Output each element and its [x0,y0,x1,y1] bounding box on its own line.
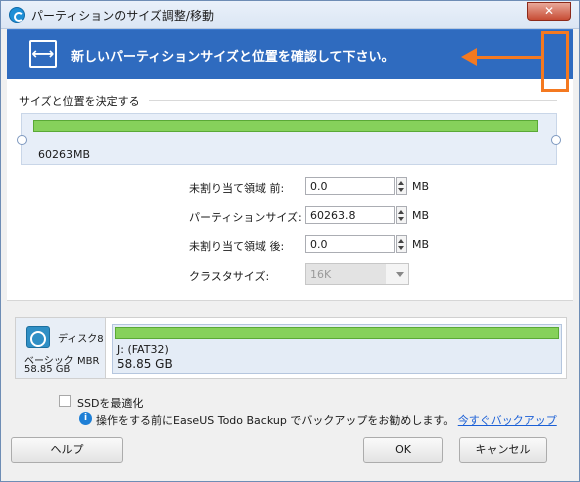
unallocated-after-input[interactable]: 0.0 [305,235,395,253]
close-button[interactable]: ✕ [527,2,571,21]
ssd-optimize-label[interactable]: SSDを最適化 [77,395,143,411]
disk-icon [26,326,50,348]
group-divider [149,100,557,101]
ssd-optimize-checkbox[interactable] [59,395,71,407]
disk-info: ディスク8 ベーシック MBR 58.85 GB [16,318,106,378]
unallocated-before-row: 未割り当て領域 前: 0.0 MB [7,177,573,197]
spin-down-icon[interactable] [398,188,404,192]
partition-bar[interactable] [33,120,538,132]
disk-partition[interactable]: J: (FAT32) 58.85 GB [112,324,562,374]
chevron-down-icon [396,272,404,277]
cluster-size-value: 16K [306,264,386,284]
resize-group-label: サイズと位置を決定する [19,93,144,109]
spin-down-icon[interactable] [398,217,404,221]
main-panel: サイズと位置を決定する 60263MB 未割り当て領域 前: 0.0 MB パー… [7,79,573,301]
partition-size-row: パーティションサイズ: 60263.8 MB [7,206,573,226]
disk-map: ディスク8 ベーシック MBR 58.85 GB J: (FAT32) 58.8… [15,317,567,379]
cancel-button[interactable]: キャンセル [459,437,547,463]
disk-partition-label: J: (FAT32) [117,343,169,356]
unallocated-after-spinner[interactable] [396,235,407,253]
spin-up-icon[interactable] [398,210,404,214]
resize-partition-dialog: パーティションのサイズ調整/移動 ✕ ⟷ 新しいパーティションサイズと位置を確認… [0,0,580,482]
partition-size-spinner[interactable] [396,206,407,224]
app-icon [9,7,25,23]
spin-up-icon[interactable] [398,181,404,185]
help-button[interactable]: ヘルプ [11,437,123,463]
ok-button[interactable]: OK [363,437,443,463]
disk-size: 58.85 GB [24,364,71,375]
title-bar: パーティションのサイズ調整/移動 ✕ [1,1,579,29]
left-resize-handle[interactable] [17,135,27,145]
partition-resize-area[interactable]: 60263MB [17,113,561,165]
partition-size-input[interactable]: 60263.8 [305,206,395,224]
disk-partition-bar [115,327,559,339]
annotation-arrow-head-icon [461,48,477,66]
partition-size-label: 60263MB [38,148,91,161]
partition-size-field-label: パーティションサイズ: [189,211,302,224]
unallocated-after-label: 未割り当て領域 後: [189,240,285,253]
backup-now-link[interactable]: 今すぐバックアップ [458,414,557,427]
header-title: 新しいパーティションサイズと位置を確認して下さい。 [71,50,395,65]
unallocated-before-spinner[interactable] [396,177,407,195]
info-icon: i [79,412,92,425]
backup-info-message: 操作をする前にEaseUS Todo Backup でバックアップをお勧めします… [96,414,455,427]
cluster-size-row: クラスタサイズ: 16K [7,263,573,285]
unallocated-after-row: 未割り当て領域 後: 0.0 MB [7,235,573,255]
unit-label: MB [412,209,430,222]
disk-name: ディスク8 [58,334,104,345]
unit-label: MB [412,238,430,251]
window-title: パーティションのサイズ調整/移動 [31,9,214,23]
header-banner: ⟷ 新しいパーティションサイズと位置を確認して下さい。 [7,29,573,79]
spin-down-icon[interactable] [398,246,404,250]
resize-icon: ⟷ [29,40,57,68]
annotation-arrow-line [473,56,543,59]
right-resize-handle[interactable] [551,135,561,145]
spin-up-icon[interactable] [398,239,404,243]
cluster-size-label: クラスタサイズ: [189,270,270,283]
cluster-size-select[interactable]: 16K [305,263,409,285]
unit-label: MB [412,180,430,193]
disk-partition-size: 58.85 GB [117,357,173,371]
annotation-highlight-box [541,31,569,92]
unallocated-before-input[interactable]: 0.0 [305,177,395,195]
unallocated-before-label: 未割り当て領域 前: [189,182,285,195]
backup-info-text: 操作をする前にEaseUS Todo Backup でバックアップをお勧めします… [96,412,557,428]
